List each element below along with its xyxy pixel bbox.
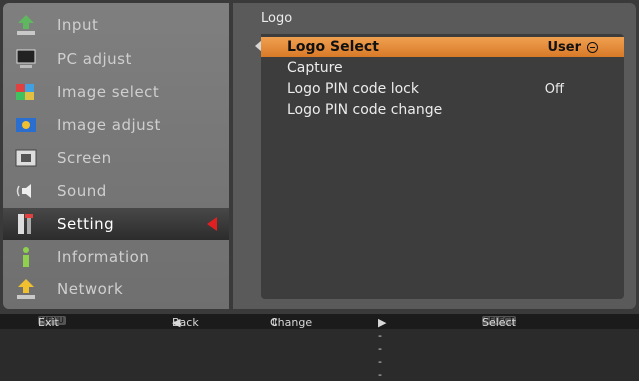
sidebar-item-input[interactable]: Input	[3, 9, 229, 41]
sidebar-item-label: Network	[57, 280, 124, 298]
row-logo-pin-code-change[interactable]: Logo PIN code change	[261, 100, 624, 120]
adjust-icon	[587, 41, 598, 53]
logo-panel: Logo Logo Select User Capture Logo PIN c…	[233, 3, 636, 309]
sidebar-item-label: Screen	[57, 149, 112, 167]
sidebar-item-sound[interactable]: Sound	[3, 175, 229, 207]
sidebar-item-label: Sound	[57, 182, 107, 200]
screen-icon	[13, 146, 39, 170]
hint-change-label: Change	[270, 316, 313, 329]
panel-title: Logo	[261, 11, 293, 26]
row-value-wrap: User	[547, 40, 598, 55]
network-icon	[13, 277, 39, 301]
row-capture[interactable]: Capture	[261, 58, 624, 78]
setting-icon	[13, 212, 39, 236]
row-logo-pin-code-lock[interactable]: Logo PIN code lock Off	[261, 79, 624, 99]
hint-select-label: Select	[482, 316, 516, 329]
row-value: User	[547, 39, 581, 55]
sidebar-item-label: Input	[57, 16, 99, 34]
hint-next-label: -----	[378, 316, 382, 381]
footer-hints: MENU Exit ◀ Back ⇕ Change ▶ ----- SELECT Sele…	[0, 314, 639, 381]
row-label: Logo PIN code lock	[287, 81, 419, 97]
image-select-icon	[13, 80, 39, 104]
sidebar-item-image-select[interactable]: Image select	[3, 76, 229, 108]
osd-menu-frame: Input PC adjust Image select Image adjus…	[0, 0, 639, 314]
row-label: Logo Select	[287, 39, 379, 55]
sidebar-item-label: Image adjust	[57, 116, 161, 134]
hint-back-label: Back	[172, 316, 199, 329]
row-label: Capture	[287, 60, 343, 76]
row-value: Off	[544, 81, 564, 97]
sidebar-item-image-adjust[interactable]: Image adjust	[3, 109, 229, 141]
sidebar-item-network[interactable]: Network	[3, 273, 229, 305]
sidebar-item-information[interactable]: Information	[3, 241, 229, 273]
information-icon	[13, 245, 39, 269]
active-arrow-icon	[207, 217, 217, 231]
sidebar-item-label: Information	[57, 248, 150, 266]
image-adjust-icon	[13, 113, 39, 137]
row-label: Logo PIN code change	[287, 102, 443, 118]
panel-body: Logo Select User Capture Logo PIN code l…	[261, 34, 624, 299]
sidebar-item-pc-adjust[interactable]: PC adjust	[3, 43, 229, 75]
sidebar-item-label: PC adjust	[57, 50, 132, 68]
sidebar-item-setting[interactable]: Setting	[3, 208, 229, 240]
row-logo-select[interactable]: Logo Select User	[261, 37, 624, 57]
sidebar-item-label: Setting	[57, 215, 115, 233]
sidebar: Input PC adjust Image select Image adjus…	[3, 3, 229, 309]
sidebar-item-label: Image select	[57, 83, 160, 101]
sidebar-item-screen[interactable]: Screen	[3, 142, 229, 174]
input-icon	[13, 13, 39, 37]
sound-icon	[13, 179, 39, 203]
hint-exit-label: Exit	[38, 316, 59, 329]
pc-adjust-icon	[13, 47, 39, 71]
